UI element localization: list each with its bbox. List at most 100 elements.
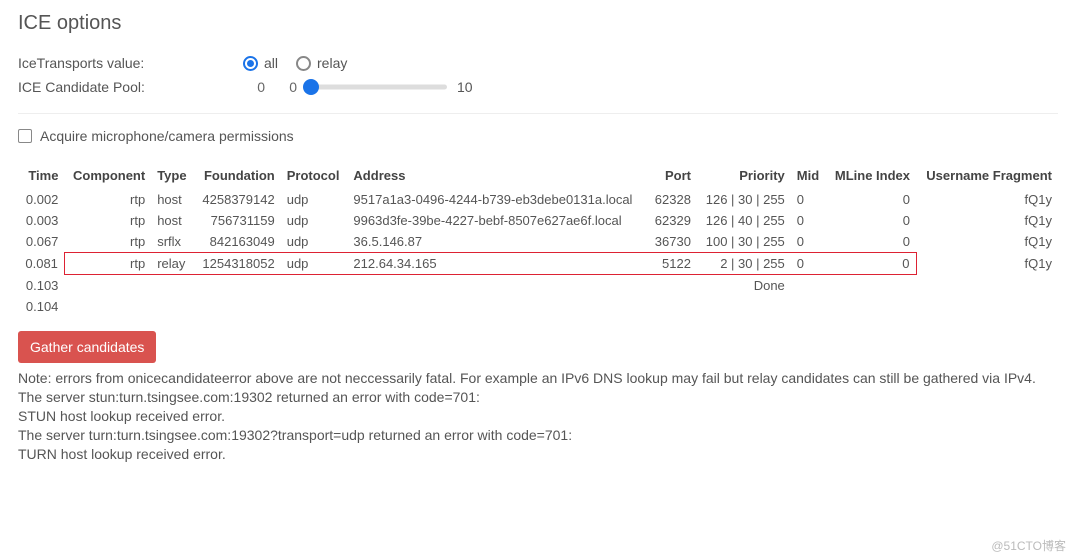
cell: 756731159 (194, 210, 281, 231)
col-mline: MLine Index (826, 162, 916, 189)
cell: 0 (791, 253, 826, 275)
page-title: ICE options (18, 12, 1058, 35)
cell: 0.103 (18, 275, 64, 297)
cell: udp (281, 210, 348, 231)
ice-pool-label: ICE Candidate Pool: (18, 79, 243, 95)
divider (18, 113, 1058, 114)
cell: udp (281, 231, 348, 253)
table-row: 0.103 Done (18, 275, 1058, 297)
slider-min: 0 (275, 79, 297, 95)
cell (64, 275, 151, 297)
note-line: The server stun:turn.tsingsee.com:19302 … (18, 388, 1058, 407)
cell (281, 296, 348, 317)
radio-icon (243, 56, 258, 71)
cell: 9517a1a3-0496-4244-b739-eb3debe0131a.loc… (347, 189, 647, 210)
cell (916, 275, 1058, 297)
radio-all-label: all (264, 55, 278, 71)
cell: 0.067 (18, 231, 64, 253)
col-priority: Priority (697, 162, 791, 189)
cell: 36730 (647, 231, 697, 253)
cell: rtp (64, 231, 151, 253)
cell: 842163049 (194, 231, 281, 253)
cell: relay (151, 253, 194, 275)
radio-relay[interactable]: relay (296, 55, 347, 71)
acquire-permissions-checkbox[interactable]: Acquire microphone/camera permissions (18, 128, 1058, 144)
col-component: Component (64, 162, 151, 189)
cell: 1254318052 (194, 253, 281, 275)
cell: 0 (826, 231, 916, 253)
cell: host (151, 210, 194, 231)
cell: udp (281, 253, 348, 275)
candidates-table: Time Component Type Foundation Protocol … (18, 162, 1058, 317)
cell (194, 296, 281, 317)
cell: 0.002 (18, 189, 64, 210)
cell (151, 275, 194, 297)
cell (826, 296, 916, 317)
cell: 0.081 (18, 253, 64, 275)
cell: 0 (826, 210, 916, 231)
watermark: @51CTO博客 (991, 537, 1066, 554)
cell: 9963d3fe-39be-4227-bebf-8507e627ae6f.loc… (347, 210, 647, 231)
cell: 212.64.34.165 (347, 253, 647, 275)
cell: rtp (64, 253, 151, 275)
table-row: 0.067rtpsrflx842163049udp36.5.146.873673… (18, 231, 1058, 253)
cell: 0 (826, 253, 916, 275)
cell: srflx (151, 231, 194, 253)
col-time: Time (18, 162, 64, 189)
slider-max: 10 (457, 79, 473, 95)
radio-relay-label: relay (317, 55, 347, 71)
pool-current: 0 (243, 79, 265, 95)
cell: fQ1y (916, 189, 1058, 210)
notes-block: Note: errors from onicecandidateerror ab… (18, 369, 1058, 463)
table-row: 0.081rtprelay1254318052udp212.64.34.1655… (18, 253, 1058, 275)
ice-options-form: IceTransports value: all relay ICE Candi… (18, 51, 1058, 99)
col-foundation: Foundation (194, 162, 281, 189)
table-row: 0.104 (18, 296, 1058, 317)
cell (697, 296, 791, 317)
slider-track (307, 85, 447, 90)
cell: 0 (791, 189, 826, 210)
cell: rtp (64, 189, 151, 210)
cell: 100 | 30 | 255 (697, 231, 791, 253)
cell (151, 296, 194, 317)
slider-thumb[interactable] (303, 79, 319, 95)
cell: 5122 (647, 253, 697, 275)
cell: fQ1y (916, 253, 1058, 275)
cell: rtp (64, 210, 151, 231)
cell: 0.104 (18, 296, 64, 317)
cell (347, 296, 647, 317)
cell: Done (697, 275, 791, 297)
ice-transports-label: IceTransports value: (18, 55, 243, 71)
cell (791, 296, 826, 317)
acquire-permissions-label: Acquire microphone/camera permissions (40, 128, 294, 144)
cell (281, 275, 348, 297)
note-line: TURN host lookup received error. (18, 445, 1058, 464)
cell: fQ1y (916, 231, 1058, 253)
cell: 0 (791, 210, 826, 231)
table-row: 0.003rtphost756731159udp9963d3fe-39be-42… (18, 210, 1058, 231)
note-line: Note: errors from onicecandidateerror ab… (18, 369, 1058, 388)
note-line: The server turn:turn.tsingsee.com:19302?… (18, 426, 1058, 445)
gather-candidates-button[interactable]: Gather candidates (18, 331, 156, 363)
col-ufrag: Username Fragment (916, 162, 1058, 189)
cell: 62329 (647, 210, 697, 231)
radio-icon (296, 56, 311, 71)
col-address: Address (347, 162, 647, 189)
pool-slider[interactable] (307, 80, 447, 94)
note-line: STUN host lookup received error. (18, 407, 1058, 426)
cell: 126 | 40 | 255 (697, 210, 791, 231)
cell: 2 | 30 | 255 (697, 253, 791, 275)
cell (64, 296, 151, 317)
radio-all[interactable]: all (243, 55, 278, 71)
cell (647, 296, 697, 317)
table-row: 0.002rtphost4258379142udp9517a1a3-0496-4… (18, 189, 1058, 210)
table-header-row: Time Component Type Foundation Protocol … (18, 162, 1058, 189)
cell: 0 (826, 189, 916, 210)
cell: 126 | 30 | 255 (697, 189, 791, 210)
cell (647, 275, 697, 297)
cell (194, 275, 281, 297)
col-type: Type (151, 162, 194, 189)
cell: 0 (791, 231, 826, 253)
cell (347, 275, 647, 297)
cell: host (151, 189, 194, 210)
